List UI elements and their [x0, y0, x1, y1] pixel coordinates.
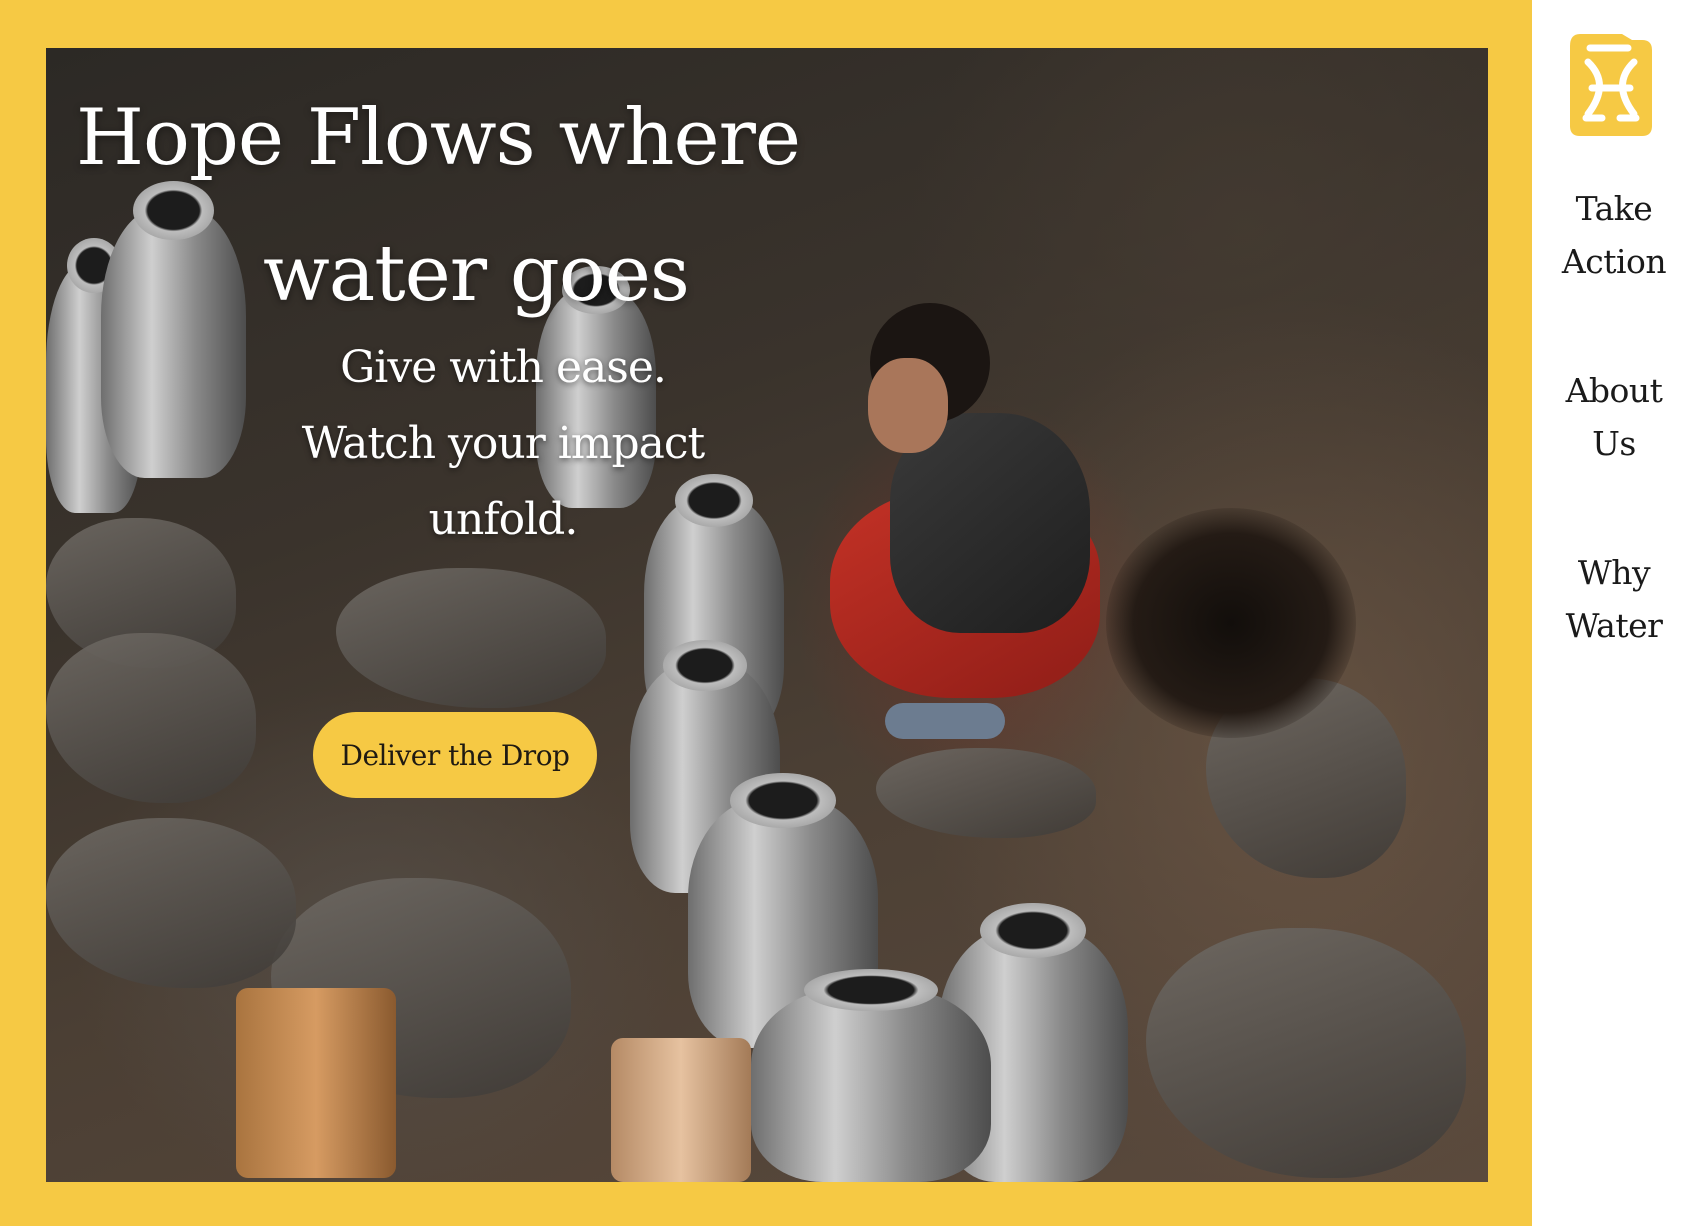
jerrycan-icon[interactable] [1570, 34, 1652, 136]
hero-section: Hope Flows where water goes Give with ea… [0, 0, 1532, 1226]
scene-cave [1106, 508, 1356, 738]
nav-take-action[interactable]: Take Action [1532, 182, 1696, 288]
hero-title-line: Hope Flows where [76, 93, 801, 183]
hero-title: Hope Flows where water goes [46, 70, 906, 342]
scene-rock [46, 633, 256, 803]
scene-rock [336, 568, 606, 708]
scene-rock [46, 818, 296, 988]
page: Hope Flows where water goes Give with ea… [0, 0, 1696, 1226]
hero-subtitle-line: unfold. [428, 494, 579, 545]
nav-why-water[interactable]: Why Water [1532, 546, 1696, 652]
nav-label: About [1565, 371, 1663, 410]
deliver-the-drop-button[interactable]: Deliver the Drop [313, 712, 597, 798]
scene-pot [751, 968, 991, 1182]
hero-subtitle-line: Watch your impact [301, 418, 706, 469]
nav-label: Action [1561, 242, 1667, 281]
hero-title-line: water goes [263, 229, 690, 319]
scene-jug [236, 988, 396, 1178]
scene-jug [611, 1038, 751, 1182]
nav-label: Why [1577, 553, 1651, 592]
person-foot [885, 703, 1005, 739]
nav-label: Water [1565, 606, 1663, 645]
nav-about-us[interactable]: About Us [1532, 364, 1696, 470]
scene-person [830, 303, 1130, 803]
hero-photo: Hope Flows where water goes Give with ea… [46, 48, 1488, 1182]
side-nav: Take Action About Us Why Water [1532, 0, 1696, 1226]
hero-subtitle-line: Give with ease. [340, 342, 667, 393]
nav-label: Take [1575, 189, 1653, 228]
hero-subtitle: Give with ease. Watch your impact unfold… [178, 330, 828, 558]
nav-label: Us [1592, 424, 1636, 463]
person-face [868, 358, 948, 453]
scene-rock [1146, 928, 1466, 1178]
